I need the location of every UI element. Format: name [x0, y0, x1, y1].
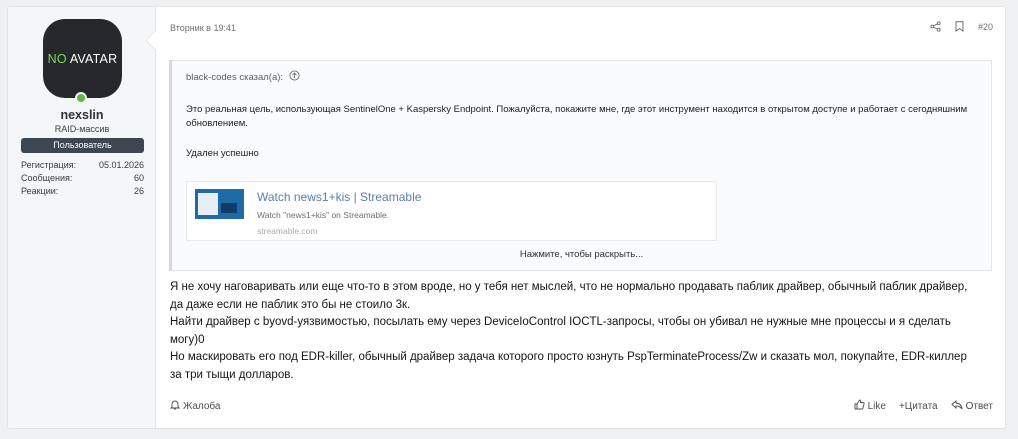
reply-icon — [950, 399, 963, 413]
arrow-up-circle-icon[interactable] — [289, 70, 300, 84]
stat-value: 60 — [133, 173, 144, 183]
stat-row-messages: Сообщения: 60 — [21, 172, 144, 185]
message-paragraph: Я не хочу наговаривать или еще что-то в … — [170, 281, 968, 311]
user-panel: NO AVATAR nexslin RAID-массив Пользовате… — [8, 7, 156, 428]
quote-header: black-codes сказал(а): — [186, 70, 300, 84]
quote-block: black-codes сказал(а): Это реальная цель… — [169, 60, 992, 271]
message-paragraph: Но маскировать его под EDR-killer, обычн… — [170, 351, 967, 381]
share-icon[interactable] — [930, 21, 941, 32]
like-button[interactable]: Like — [854, 399, 886, 413]
footer-actions: Like +Цитата Ответ — [854, 399, 993, 413]
user-banner: Пользователь — [21, 138, 144, 153]
thumbs-up-icon — [854, 399, 865, 413]
stat-label: Регистрация: — [21, 160, 77, 170]
bell-icon — [169, 399, 181, 413]
avatar[interactable]: NO AVATAR — [43, 19, 122, 98]
stat-label: Сообщения: — [21, 173, 73, 183]
reply-label: Ответ — [965, 400, 993, 412]
embed-url: streamable.com — [257, 226, 318, 236]
quote-button[interactable]: +Цитата — [899, 399, 938, 413]
reply-button[interactable]: Ответ — [950, 399, 993, 413]
quote-label: +Цитата — [898, 400, 938, 412]
post-number[interactable]: #20 — [978, 22, 993, 32]
stat-row-reactions: Реакции: 26 — [21, 185, 144, 198]
post: NO AVATAR nexslin RAID-массив Пользовате… — [7, 6, 1006, 429]
embed-title[interactable]: Watch news1+kis | Streamable — [257, 190, 421, 204]
post-main: Вторник в 19:41 #20 black-codes сказал(а… — [156, 7, 1005, 428]
quote-body: Это реальная цель, использующая Sentinel… — [186, 103, 986, 177]
report-button[interactable]: Жалоба — [169, 399, 221, 413]
post-actions: #20 — [930, 21, 993, 32]
embed-description: Watch "news1+kis" on Streamable. — [257, 210, 390, 220]
online-status-indicator — [75, 92, 87, 104]
avatar-placeholder-text: NO AVATAR — [47, 51, 118, 66]
quote-author[interactable]: black-codes сказал(а): — [186, 72, 283, 83]
user-stats: Регистрация: 05.01.2026 Сообщения: 60 Ре… — [21, 159, 144, 198]
username[interactable]: nexslin — [8, 108, 156, 122]
quote-paragraph: Удален успешно — [186, 148, 259, 159]
embed-thumbnail — [195, 189, 244, 219]
message-body: Я не хочу наговаривать или еще что-то в … — [170, 279, 980, 384]
stat-value: 05.01.2026 — [98, 160, 144, 170]
stat-value: 26 — [133, 186, 144, 196]
message-paragraph: Найти драйвер с byovd-уязвимостью, посыл… — [170, 316, 951, 346]
post-date[interactable]: Вторник в 19:41 — [170, 23, 236, 33]
stat-row-registration: Регистрация: 05.01.2026 — [21, 159, 144, 172]
quote-paragraph: Это реальная цель, использующая Sentinel… — [186, 104, 968, 129]
user-title: RAID-массив — [54, 124, 110, 134]
like-label: Like — [867, 400, 886, 412]
quote-expand-link[interactable]: Нажмите, чтобы раскрыть... — [172, 249, 991, 260]
report-label: Жалоба — [183, 400, 221, 412]
link-embed[interactable]: Watch news1+kis | Streamable Watch "news… — [186, 181, 717, 241]
stat-label: Реакции: — [21, 186, 59, 196]
bookmark-icon[interactable] — [955, 21, 964, 32]
post-footer: Жалоба Like +Цитата Ответ — [169, 399, 993, 413]
